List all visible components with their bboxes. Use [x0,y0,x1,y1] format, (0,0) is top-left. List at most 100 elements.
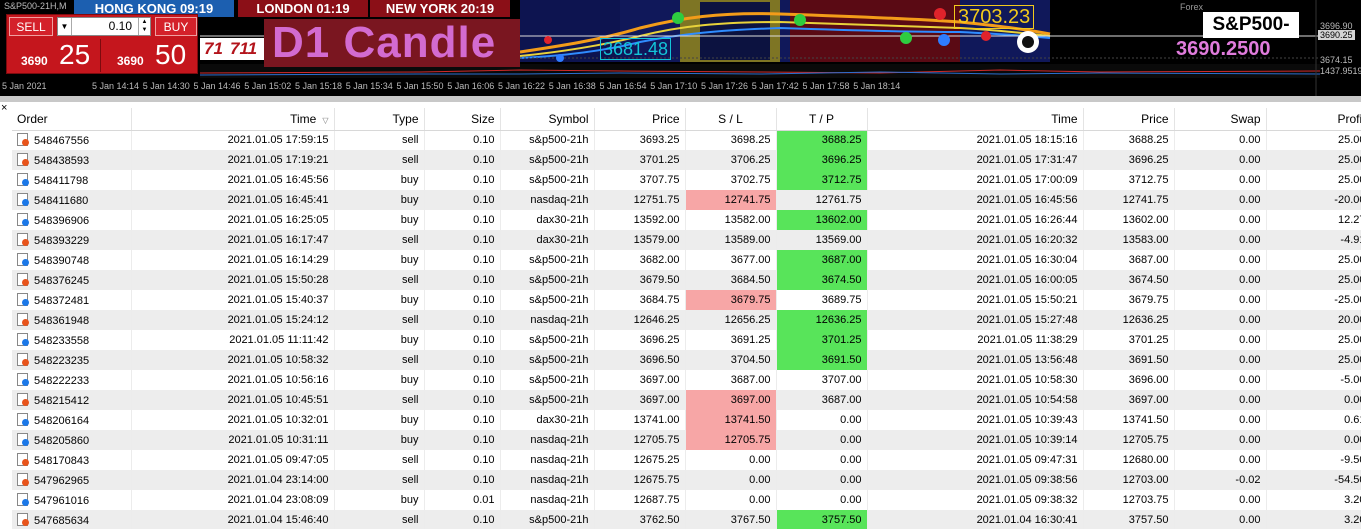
lot-size-value[interactable]: 0.10 [109,18,132,35]
buy-order-icon [17,493,29,506]
column-header-symbol[interactable]: Symbol [500,108,595,131]
column-header-size[interactable]: Size [424,108,501,131]
sell-order-icon [17,353,29,366]
sell-order-icon [17,233,29,246]
table-row[interactable]: 548376245 2021.01.05 15:50:28 sell 0.10 s&p5… [12,270,1361,290]
cell-stop-loss: 0.00 [685,470,777,490]
lot-dropdown-arrow-icon[interactable]: ▼ [58,18,72,35]
cell-close-time: 2021.01.05 17:31:47 [867,150,1084,170]
cell-symbol: nasdaq-21h [500,310,595,330]
chart-symbol-caption: S&P500-21H,M [4,1,67,11]
cell-profit: 0.61 [1266,410,1361,430]
sell-button[interactable]: SELL [9,17,53,36]
indicator-logos: 71 711 [200,38,266,60]
column-header-profit[interactable]: Profit [1266,108,1361,131]
cell-size: 0.10 [424,370,501,390]
cell-profit: 25.00 [1266,250,1361,270]
cell-size: 0.10 [424,390,501,410]
cell-take-profit: 3696.25 [776,150,868,170]
table-row[interactable]: 548438593 2021.01.05 17:19:21 sell 0.10 s&p5… [12,150,1361,170]
price-axis-label: 3674.15 [1320,55,1353,65]
cell-stop-loss: 3697.00 [685,390,777,410]
cell-size: 0.10 [424,470,501,490]
cell-size: 0.10 [424,190,501,210]
column-header-order[interactable]: Order [12,108,132,131]
cell-type: buy [334,370,425,390]
time-axis-tick: 5 Jan 14:30 [142,81,190,91]
cell-order: 548372481 [12,290,132,310]
cell-price: 3684.75 [594,290,686,310]
table-row[interactable]: 548206164 2021.01.05 10:32:01 buy 0.10 dax30… [12,410,1361,430]
table-row[interactable]: 548411798 2021.01.05 16:45:56 buy 0.10 s&p50… [12,170,1361,190]
history-table-container: Order Time ▽ Type Size Symbol Price S / L… [12,108,1361,529]
cell-profit: 3.20 [1266,490,1361,510]
market-label: Forex [1180,2,1204,12]
table-row[interactable]: 548396906 2021.01.05 16:25:05 buy 0.10 dax30… [12,210,1361,230]
column-header-type[interactable]: Type [334,108,425,131]
table-row[interactable]: 548205860 2021.01.05 10:31:11 buy 0.10 nasda… [12,430,1361,450]
column-header-open-time[interactable]: Time ▽ [131,108,335,131]
cell-size: 0.10 [424,310,501,330]
table-row[interactable]: 548372481 2021.01.05 15:40:37 buy 0.10 s&p50… [12,290,1361,310]
table-row[interactable]: 548361948 2021.01.05 15:24:12 sell 0.10 nasd… [12,310,1361,330]
column-header-stop-loss[interactable]: S / L [685,108,777,131]
table-row[interactable]: 548215412 2021.01.05 10:45:51 sell 0.10 s&p5… [12,390,1361,410]
buy-quote-button[interactable]: 3690 50 [105,39,197,72]
sell-quote-button[interactable]: 3690 25 [9,39,101,72]
cell-price: 12687.75 [594,490,686,510]
cell-close-price: 3696.25 [1083,150,1175,170]
column-header-take-profit[interactable]: T / P [776,108,868,131]
table-row[interactable]: 548390748 2021.01.05 16:14:29 buy 0.10 s&p50… [12,250,1361,270]
table-row[interactable]: 547685634 2021.01.04 15:46:40 sell 0.10 s&p5… [12,510,1361,529]
cell-stop-loss: 3706.25 [685,150,777,170]
buy-quote-pips: 50 [155,39,187,70]
cell-symbol: s&p500-21h [500,350,595,370]
table-row[interactable]: 548233558 2021.01.05 11:11:42 buy 0.10 s&p50… [12,330,1361,350]
cell-close-time: 2021.01.05 10:39:43 [867,410,1084,430]
buy-button[interactable]: BUY [155,17,197,36]
table-row[interactable]: 548411680 2021.01.05 16:45:41 buy 0.10 nasda… [12,190,1361,210]
column-header-price[interactable]: Price [594,108,686,131]
order-number: 548411680 [34,195,89,207]
column-header-close-time[interactable]: Time [867,108,1084,131]
cell-take-profit: 3687.00 [776,250,868,270]
cell-take-profit: 13602.00 [776,210,868,230]
column-header-close-price[interactable]: Price [1083,108,1175,131]
cell-profit: 25.00 [1266,170,1361,190]
cell-profit: 25.00 [1266,350,1361,370]
buy-order-icon [17,193,29,206]
cell-order: 548467556 [12,130,132,150]
table-row[interactable]: 548170843 2021.01.05 09:47:05 sell 0.10 nasd… [12,450,1361,470]
order-number: 547685634 [34,515,90,527]
cell-symbol: s&p500-21h [500,250,595,270]
time-axis-tick: 5 Jan 16:22 [498,81,546,91]
sell-order-icon [17,133,29,147]
column-header-label: Time [290,111,317,126]
table-row[interactable]: 547962965 2021.01.04 23:14:00 sell 0.10 nasd… [12,470,1361,490]
table-row[interactable]: 548222233 2021.01.05 10:56:16 buy 0.10 s&p50… [12,370,1361,390]
cell-open-time: 2021.01.05 17:59:15 [131,130,335,150]
cell-take-profit: 3691.50 [776,350,868,370]
price-chart[interactable]: S&P500-21H,M HONG KONG 09:19 LONDON 01:1… [0,0,1361,96]
cell-price: 13741.00 [594,410,686,430]
time-axis-tick: 5 Jan 16:54 [599,81,647,91]
cell-open-time: 2021.01.05 15:24:12 [131,310,335,330]
table-row[interactable]: 548223235 2021.01.05 10:58:32 sell 0.10 s&p5… [12,350,1361,370]
table-row[interactable]: 548393229 2021.01.05 16:17:47 sell 0.10 dax3… [12,230,1361,250]
cell-swap: 0.00 [1174,430,1267,450]
table-row[interactable]: 547961016 2021.01.04 23:08:09 buy 0.01 nasda… [12,490,1361,510]
column-header-swap[interactable]: Swap [1174,108,1267,131]
buy-order-icon [17,213,29,226]
cell-order: 548215412 [12,390,132,410]
lot-spinner-icon[interactable]: ▲ ▼ [138,18,150,35]
close-icon[interactable]: × [1,103,7,114]
cell-close-price: 3701.25 [1083,330,1175,350]
cell-profit: 0.00 [1266,430,1361,450]
lot-size-input[interactable]: ▼ 0.10 ▲ ▼ [57,17,151,36]
account-history-panel: × Order Time ▽ Type Size Symbol Price S /… [0,96,1361,529]
cell-close-price: 12741.75 [1083,190,1175,210]
cell-swap: 0.00 [1174,250,1267,270]
table-row[interactable]: 548467556 2021.01.05 17:59:15 sell 0.10 s&p5… [12,130,1361,150]
clock-london: LONDON 01:19 [238,0,368,17]
cell-price: 12705.75 [594,430,686,450]
